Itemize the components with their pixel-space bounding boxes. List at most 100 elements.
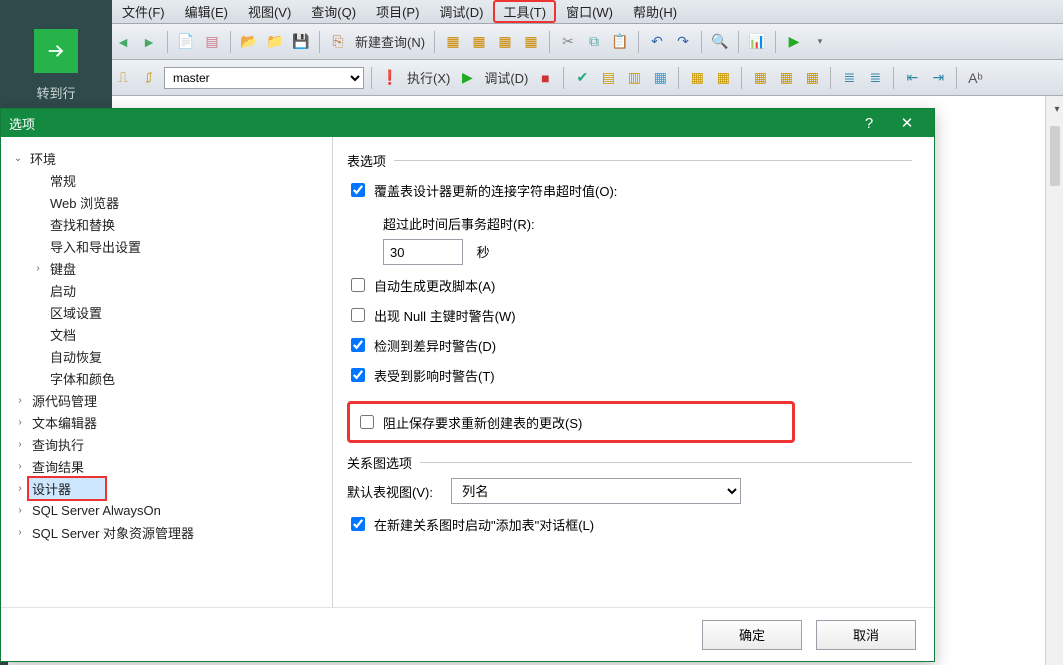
debug-label[interactable]: 调试(D) [482,68,530,87]
menu-tools[interactable]: 工具(T) [493,0,556,23]
expander-icon[interactable]: › [13,525,27,539]
find-icon[interactable]: 🔍 [709,31,731,53]
results-text-icon[interactable]: ▦ [749,67,771,89]
tree-item-fonts[interactable]: 字体和颜色 [47,368,118,389]
tree-item-docs[interactable]: 文档 [47,324,79,345]
default-view-select[interactable]: 列名 [451,478,741,504]
timeout-input[interactable] [383,239,463,265]
menu-project[interactable]: 项目(P) [366,0,429,23]
copy-icon[interactable]: ⧉ [583,31,605,53]
includestats-icon[interactable]: ▦ [712,67,734,89]
specify-values-icon[interactable]: Aᵇ [964,67,986,89]
menu-query[interactable]: 查询(Q) [301,0,366,23]
new-query-label[interactable]: 新建查询(N) [353,32,427,51]
tree-item-source[interactable]: 源代码管理 [29,390,100,411]
connect-icon[interactable]: ⎍ [112,67,134,89]
queryoptions-icon[interactable]: ▥ [623,67,645,89]
chk-diff[interactable] [351,338,365,352]
activity-monitor-icon[interactable]: 📊 [746,31,768,53]
cancel-button[interactable]: 取消 [816,620,916,650]
ok-button[interactable]: 确定 [702,620,802,650]
tbicon-2[interactable]: ▦ [468,31,490,53]
debug-run-icon[interactable]: ▶ [456,67,478,89]
tree-item-queryresult[interactable]: 查询结果 [29,456,87,477]
tree-item-texteditor[interactable]: 文本编辑器 [29,412,100,433]
expander-icon[interactable]: › [13,459,27,473]
expander-icon[interactable]: › [13,503,27,517]
open-file-icon[interactable]: 📁 [264,31,286,53]
tbicon-1[interactable]: ▦ [442,31,464,53]
expander-icon[interactable]: › [13,481,27,495]
tree-item-autorecover[interactable]: 自动恢复 [47,346,105,367]
menu-window[interactable]: 窗口(W) [556,0,623,23]
chk-prevent-save[interactable] [360,415,374,429]
cut-icon[interactable]: ✂ [557,31,579,53]
stop-icon[interactable]: ■ [534,67,556,89]
menu-file[interactable]: 文件(F) [112,0,175,23]
expander-icon[interactable]: › [31,261,45,275]
menu-edit[interactable]: 编辑(E) [175,0,238,23]
chk-nullpk-label: 出现 Null 主键时警告(W) [374,306,516,325]
nav-fwd-icon[interactable]: ► [138,31,160,53]
indent-out-icon[interactable]: ⇤ [901,67,923,89]
indent-in-icon[interactable]: ⇥ [927,67,949,89]
tree-item-alwayson[interactable]: SQL Server AlwaysOn [29,502,164,519]
tree-item-region[interactable]: 区域设置 [47,302,105,323]
paste-icon[interactable]: 📋 [609,31,631,53]
results-file-icon[interactable]: ▦ [801,67,823,89]
close-button[interactable]: ✕ [888,109,926,137]
expander-icon[interactable]: › [13,393,27,407]
chk-nullpk[interactable] [351,308,365,322]
help-button[interactable]: ? [850,109,888,137]
tbicon-4[interactable]: ▦ [520,31,542,53]
chk-addtable[interactable] [351,517,365,531]
comment-icon[interactable]: ≣ [838,67,860,89]
expander-icon[interactable]: ⌄ [11,151,25,165]
run-icon[interactable]: ▶ [783,31,805,53]
run-dropdown-icon[interactable]: ▾ [809,31,831,53]
right-scrollbar[interactable]: ▾ [1045,96,1063,665]
goto-line-label: 转到行 [36,83,75,102]
chk-override-timeout[interactable] [351,183,365,197]
tree-item-objexplorer[interactable]: SQL Server 对象资源管理器 [29,522,197,543]
includeplan-icon[interactable]: ▦ [686,67,708,89]
undo-icon[interactable]: ↶ [646,31,668,53]
uncomment-icon[interactable]: ≣ [864,67,886,89]
save-icon[interactable]: 💾 [290,31,312,53]
scrollbar-thumb[interactable] [1050,126,1060,186]
menu-help[interactable]: 帮助(H) [623,0,687,23]
tree-item-designer[interactable]: 设计器 [29,478,105,499]
tbicon-3[interactable]: ▦ [494,31,516,53]
tree-item-environment[interactable]: 环境 [27,148,59,169]
tree-item-general[interactable]: 常规 [47,170,79,191]
menu-debug[interactable]: 调试(D) [429,0,493,23]
new-query-icon[interactable]: ⎘ [327,31,349,53]
parse-icon[interactable]: ✔ [571,67,593,89]
expander-icon[interactable]: › [13,437,27,451]
chk-affected-label: 表受到影响时警告(T) [374,366,495,385]
open-icon[interactable]: 📂 [238,31,260,53]
results-grid-icon[interactable]: ▦ [775,67,797,89]
expander-icon[interactable]: › [13,415,27,429]
menu-view[interactable]: 视图(V) [238,0,301,23]
tree-item-importexport[interactable]: 导入和导出设置 [47,236,144,257]
chk-autoscript[interactable] [351,278,365,292]
tree-item-queryexec[interactable]: 查询执行 [29,434,87,455]
change-connection-icon[interactable]: ⎎ [138,67,160,89]
estplan-icon[interactable]: ▤ [597,67,619,89]
execute-label[interactable]: 执行(X) [405,68,452,87]
tree-item-keyboard[interactable]: 键盘 [47,258,79,279]
database-combo[interactable]: master [164,67,364,89]
new-project-icon[interactable]: 📄 [175,31,197,53]
redo-icon[interactable]: ↷ [672,31,694,53]
nav-back-icon[interactable]: ◄ [112,31,134,53]
chk-affected[interactable] [351,368,365,382]
intellisense-icon[interactable]: ▦ [649,67,671,89]
dropdown-icon[interactable]: ▾ [1046,98,1063,120]
new-item-icon[interactable]: ▤ [201,31,223,53]
execute-icon[interactable]: ❗ [379,67,401,89]
tree-item-startup[interactable]: 启动 [47,280,79,301]
tree-item-find[interactable]: 查找和替换 [47,214,118,235]
goto-line-icon-button[interactable] [34,29,78,73]
tree-item-web[interactable]: Web 浏览器 [47,192,122,213]
